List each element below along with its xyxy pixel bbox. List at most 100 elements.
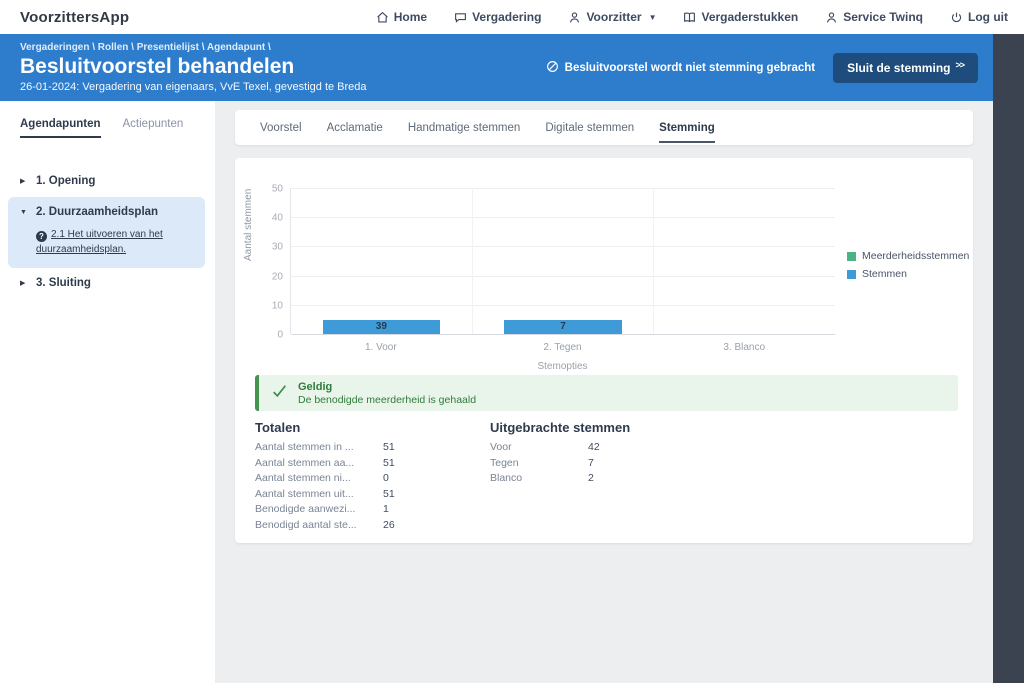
row-value: 7 [588,456,594,472]
validity-alert: Geldig De benodigde meerderheid is gehaa… [255,375,958,411]
x-tick: 3. Blanco [653,342,835,353]
row-label: Aantal stemmen ni... [255,471,373,487]
person-icon [825,11,838,24]
legend-label: Stemmen [862,268,907,280]
x-axis-label: Stemopties [290,361,835,372]
row-value: 51 [383,440,395,456]
page-title: Besluitvoorstel behandelen [20,55,367,79]
totals-section: Totalen Aantal stemmen in ... 51 Aantal s… [255,420,475,533]
bar-value-label: 39 [323,320,440,334]
row-value: 0 [383,471,389,487]
table-row: Voor 42 [490,440,710,456]
tab-digitale-stemmen[interactable]: Digitale stemmen [545,113,634,143]
sidebar-item-sluiting[interactable]: ▶ 3. Sluiting [8,268,205,299]
sidebar-tabs: Agendapunten Actiepunten [20,118,205,138]
y-tick: 30 [272,242,283,253]
totals-title: Totalen [255,420,475,435]
nav-voorzitter[interactable]: Voorzitter ▼ [568,10,656,24]
table-row: Aantal stemmen aa...51 [255,456,475,472]
legend-stemmen[interactable]: Stemmen [847,268,969,280]
y-tick: 0 [277,330,283,341]
table-row: Benodigd aantal ste... 26 [255,518,475,534]
bar-tegen[interactable]: 7 [472,188,655,334]
tree-item-label: 1. Opening [36,175,95,188]
book-icon [683,11,696,24]
alert-message: De benodigde meerderheid is gehaald [298,394,476,407]
bar-voor[interactable]: 39 [291,188,472,334]
chevron-down-icon: ▼ [20,206,28,219]
row-label: Tegen [490,456,578,472]
bar-blanco[interactable] [654,188,835,334]
y-axis-label: Aantal stemmen [243,251,254,261]
x-tick: 1. Voor [290,342,472,353]
sidebar-item-duurzaamheidsplan[interactable]: ▼ 2. Duurzaamheidsplan ?2.1 Het uitvoere… [8,197,205,268]
row-value: 26 [383,518,395,534]
top-bar: VoorzittersApp Home Vergadering Voorzitt… [0,0,1024,34]
chevron-down-icon: ▼ [649,13,657,22]
home-icon [376,11,389,24]
row-label: Aantal stemmen aa... [255,456,373,472]
legend-label: Meerderheidsstemmen [862,250,969,262]
y-tick: 50 [272,184,283,195]
nav-service[interactable]: Service Twinq [825,10,923,24]
table-row: Aantal stemmen uit...51 [255,487,475,503]
x-tick: 2. Tegen [472,342,654,353]
tab-handmatige-stemmen[interactable]: Handmatige stemmen [408,113,521,143]
row-label: Blanco [490,471,578,487]
nav-voorzitter-label: Voorzitter [586,10,641,24]
x-axis-category-labels: 1. Voor 2. Tegen 3. Blanco [290,342,835,353]
chevron-right-icon: ▶ [20,277,28,290]
table-row: Benodigde aanwezi... 1 [255,502,475,518]
nav-logout-label: Log uit [968,10,1008,24]
tab-voorstel[interactable]: Voorstel [260,113,302,143]
row-label: Benodigde aanwezi... [255,502,373,518]
tree-item-label: 2. Duurzaamheidsplan [36,206,164,219]
chevron-right-icon: ▶ [20,175,28,188]
cast-votes-title: Uitgebrachte stemmen [490,420,710,435]
table-row: Aantal stemmen ni... 0 [255,471,475,487]
row-value: 42 [588,440,600,456]
nav-logout[interactable]: Log uit [950,10,1008,24]
nav-home[interactable]: Home [376,10,427,24]
tab-stemming[interactable]: Stemming [659,113,715,143]
legend-meerderheidsstemmen[interactable]: Meerderheidsstemmen [847,250,969,262]
person-icon [568,11,581,24]
legend-swatch-green [847,252,856,261]
main-tab-bar: Voorstel Acclamatie Handmatige stemmen D… [235,110,973,145]
cast-votes-section: Uitgebrachte stemmen Voor 42 Tegen 7 Blanc… [490,420,710,487]
y-tick: 40 [272,213,283,224]
row-label: Aantal stemmen in ... [255,440,373,456]
row-value: 1 [383,502,389,518]
nav-vergadering[interactable]: Vergadering [454,10,541,24]
tab-agendapunten[interactable]: Agendapunten [20,118,101,138]
sidebar-item-opening[interactable]: ▶ 1. Opening [8,166,205,197]
nav-service-label: Service Twinq [843,10,923,24]
nav-vergaderstukken[interactable]: Vergaderstukken [683,10,798,24]
status-indicator: Besluitvoorstel wordt niet stemming gebr… [546,60,815,76]
row-label: Benodigd aantal ste... [255,518,373,534]
help-icon: ? [36,231,47,242]
y-tick: 20 [272,271,283,282]
legend-swatch-blue [847,270,856,279]
tab-acclamatie[interactable]: Acclamatie [327,113,383,143]
status-text: Besluitvoorstel wordt niet stemming gebr… [565,62,815,74]
nav-vergadering-label: Vergadering [472,10,541,24]
breadcrumb[interactable]: Vergaderingen \ Rollen \ Presentielijst … [20,42,367,53]
checkmark-icon [271,382,288,404]
page-header: Vergaderingen \ Rollen \ Presentielijst … [0,34,993,101]
tab-actiepunten[interactable]: Actiepunten [123,118,184,138]
y-tick: 10 [272,300,283,311]
subitem-link[interactable]: 2.1 Het uitvoeren van het duurzaamheidsp… [36,229,163,255]
close-voting-button[interactable]: Sluit de stemming >> [833,53,978,83]
row-label: Voor [490,440,578,456]
tree-subitem[interactable]: ?2.1 Het uitvoeren van het duurzaamheids… [36,227,164,257]
voting-results-card: Aantal stemmen 50 40 30 20 10 0 39 7 [235,158,973,543]
nav-vergaderstukken-label: Vergaderstukken [701,10,798,24]
power-icon [950,11,963,24]
table-row: Tegen 7 [490,456,710,472]
chart-legend: Meerderheidsstemmen Stemmen [847,250,969,280]
top-navigation: Home Vergadering Voorzitter ▼ Vergaderst… [376,10,1008,24]
table-row: Blanco2 [490,471,710,487]
sidebar: Agendapunten Actiepunten ▶ 1. Opening ▼ … [0,101,215,683]
circle-slash-icon [546,60,559,76]
